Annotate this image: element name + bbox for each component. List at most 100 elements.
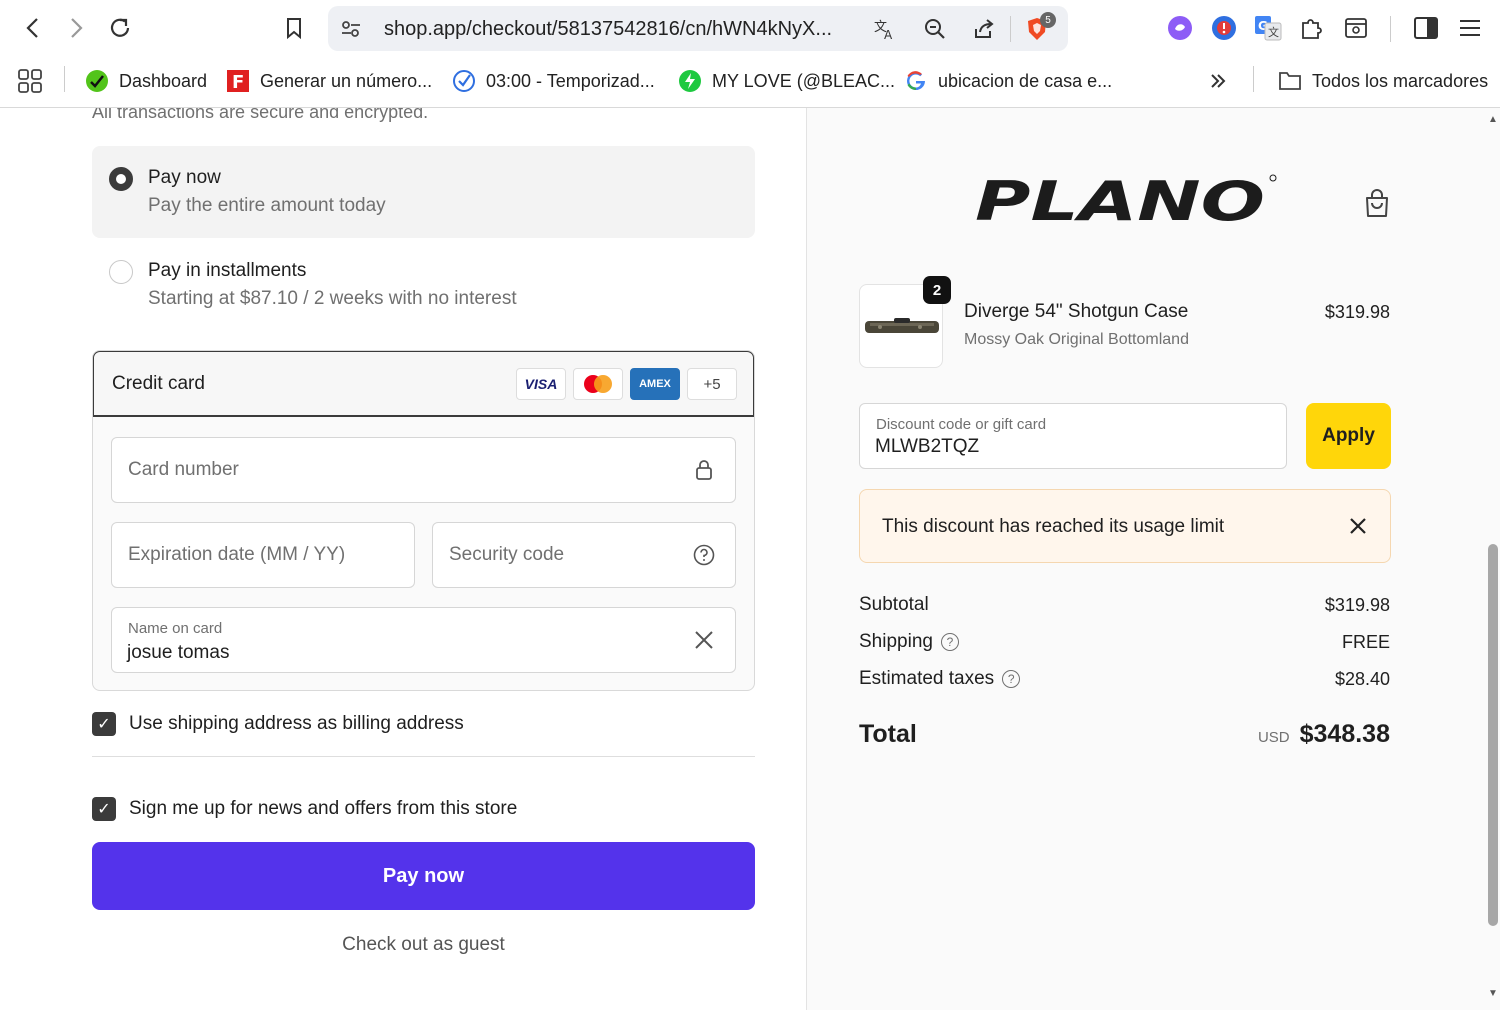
shipping-value: FREE bbox=[1341, 632, 1390, 652]
product-price: $319.98 bbox=[1324, 302, 1390, 322]
url-divider bbox=[1010, 16, 1011, 42]
name-on-card-label: Name on card bbox=[128, 620, 223, 637]
close-icon[interactable] bbox=[1346, 514, 1370, 538]
back-icon[interactable] bbox=[17, 12, 49, 44]
bookmark-icon[interactable] bbox=[278, 12, 310, 44]
bookmark-generar-numero[interactable]: F Generar un número... bbox=[226, 68, 432, 94]
brand-name: PLANO bbox=[975, 170, 1265, 230]
bookmark-temporizador[interactable]: 03:00 - Temporizad... bbox=[452, 68, 655, 94]
discount-code-input[interactable]: Discount code or gift card MLWB2TQZ bbox=[859, 403, 1287, 469]
clear-icon[interactable] bbox=[692, 628, 716, 652]
timer-check-favicon-icon bbox=[452, 69, 476, 93]
bookmark-ubicacion[interactable]: ubicacion de casa e... bbox=[904, 68, 1112, 94]
bookmark-label: MY LOVE (@BLEAC... bbox=[712, 70, 895, 91]
menu-icon[interactable] bbox=[1456, 14, 1484, 42]
checkbox-checked-icon[interactable]: ✓ bbox=[92, 797, 116, 821]
red-f-favicon-icon: F bbox=[226, 69, 250, 93]
green-bolt-favicon-icon bbox=[678, 69, 702, 93]
security-code-input[interactable]: Security code bbox=[432, 522, 736, 588]
bookmark-dashboard[interactable]: Dashboard bbox=[85, 68, 207, 94]
help-circle-icon[interactable] bbox=[692, 543, 716, 567]
pay-now-button[interactable]: Pay now bbox=[92, 842, 755, 910]
bookmark-label: ubicacion de casa e... bbox=[938, 70, 1113, 91]
google-favicon-icon bbox=[904, 69, 928, 93]
translate-icon[interactable]: 文A bbox=[872, 16, 898, 42]
option-subtitle: Starting at $87.10 / 2 weeks with no int… bbox=[148, 288, 517, 309]
product-variant: Mossy Oak Original Bottomland bbox=[964, 331, 1189, 348]
plano-logo[interactable]: PLANO bbox=[973, 170, 1279, 230]
screenshot-tool-icon[interactable] bbox=[1342, 14, 1370, 42]
newsletter-checkbox-row[interactable]: ✓ Sign me up for news and offers from th… bbox=[92, 797, 517, 821]
expiration-date-input[interactable]: Expiration date (MM / YY) bbox=[111, 522, 415, 588]
secure-note: All transactions are secure and encrypte… bbox=[92, 108, 429, 122]
help-icon[interactable]: ? bbox=[940, 633, 959, 651]
scroll-up-arrow-icon[interactable]: ▲ bbox=[1487, 114, 1499, 126]
svg-text:A: A bbox=[884, 28, 893, 41]
total-label: Total bbox=[859, 720, 917, 748]
address-bar[interactable]: shop.app/checkout/58137542816/cn/hWN4kNy… bbox=[328, 6, 1068, 51]
bookmark-label: 03:00 - Temporizad... bbox=[486, 70, 655, 91]
help-icon[interactable]: ? bbox=[1002, 670, 1021, 688]
more-brands-badge: +5 bbox=[687, 368, 737, 400]
scroll-down-arrow-icon[interactable]: ▼ bbox=[1487, 988, 1499, 1000]
name-on-card-value: josue tomas bbox=[127, 642, 230, 663]
bookmarks-bar: Dashboard F Generar un número... 03:00 -… bbox=[0, 56, 1500, 108]
billing-address-checkbox-row[interactable]: ✓ Use shipping address as billing addres… bbox=[92, 712, 464, 736]
newsletter-label: Sign me up for news and offers from this… bbox=[129, 798, 518, 819]
total-value: $348.38 bbox=[1299, 720, 1390, 748]
discount-label: Discount code or gift card bbox=[876, 416, 1047, 433]
discount-value: MLWB2TQZ bbox=[875, 436, 980, 457]
billing-address-label: Use shipping address as billing address bbox=[129, 713, 464, 734]
amex-icon: AMEX bbox=[630, 368, 680, 400]
svg-text:文: 文 bbox=[1268, 25, 1279, 39]
shipping-label: Shipping ? bbox=[859, 631, 959, 653]
extension-shield-icon[interactable] bbox=[1210, 14, 1238, 42]
forward-icon[interactable] bbox=[60, 12, 92, 44]
taxes-label: Estimated taxes ? bbox=[859, 668, 1021, 690]
shipping-text: Shipping bbox=[859, 631, 933, 652]
apps-grid-icon[interactable] bbox=[17, 68, 43, 94]
url-text[interactable]: shop.app/checkout/58137542816/cn/hWN4kNy… bbox=[384, 18, 832, 41]
scrollbar-thumb[interactable] bbox=[1488, 544, 1498, 926]
order-summary: PLANO 2 Diverge 54" Shotgun Case Mossy O… bbox=[806, 108, 1486, 1010]
extensions-puzzle-icon[interactable] bbox=[1298, 14, 1326, 42]
card-title: Credit card bbox=[112, 373, 205, 394]
credit-card-header[interactable]: Credit card VISA AMEX +5 bbox=[93, 351, 754, 417]
name-on-card-input[interactable]: Name on card josue tomas bbox=[111, 607, 736, 673]
bookmark-my-love[interactable]: MY LOVE (@BLEAC... bbox=[678, 68, 895, 94]
share-icon[interactable] bbox=[971, 16, 997, 42]
extension-purple-icon[interactable] bbox=[1166, 14, 1194, 42]
zoom-icon[interactable] bbox=[922, 16, 948, 42]
alert-message: This discount has reached its usage limi… bbox=[882, 516, 1225, 537]
expiration-placeholder: Expiration date (MM / YY) bbox=[128, 544, 346, 565]
site-settings-icon[interactable] bbox=[338, 16, 364, 42]
brave-shield-icon[interactable]: 5 bbox=[1024, 12, 1056, 42]
credit-card-form: Credit card VISA AMEX +5 Card number Exp… bbox=[92, 350, 755, 691]
visa-icon: VISA bbox=[516, 368, 566, 400]
pay-now-option[interactable]: Pay now Pay the entire amount today bbox=[92, 146, 755, 238]
apply-button[interactable]: Apply bbox=[1306, 403, 1391, 469]
checkbox-checked-icon[interactable]: ✓ bbox=[92, 712, 116, 736]
toolbar-divider bbox=[1390, 16, 1391, 42]
pay-installments-radio[interactable] bbox=[109, 260, 133, 284]
page-scrollbar[interactable]: ▲ ▼ bbox=[1486, 108, 1500, 1010]
bookmark-label: Todos los marcadores bbox=[1312, 70, 1489, 91]
chevron-double-right-icon[interactable] bbox=[1208, 68, 1228, 94]
card-number-input[interactable]: Card number bbox=[111, 437, 736, 503]
bookmark-all-folders[interactable]: Todos los marcadores bbox=[1278, 68, 1488, 94]
subtotal-text: Subtotal bbox=[859, 594, 929, 615]
lock-icon bbox=[692, 458, 716, 482]
reload-icon[interactable] bbox=[104, 12, 136, 44]
sidebar-toggle-icon[interactable] bbox=[1412, 14, 1440, 42]
pay-now-radio[interactable] bbox=[109, 167, 133, 191]
option-title: Pay now bbox=[148, 167, 221, 188]
bookmark-label: Generar un número... bbox=[260, 70, 433, 91]
google-translate-icon[interactable]: G文 bbox=[1254, 14, 1282, 42]
pay-installments-option[interactable]: Pay in installments Starting at $87.10 /… bbox=[92, 238, 755, 330]
option-title: Pay in installments bbox=[148, 260, 307, 281]
bookmarks-divider bbox=[1253, 66, 1254, 92]
section-divider bbox=[92, 756, 755, 757]
checkout-as-guest-link[interactable]: Check out as guest bbox=[92, 934, 755, 956]
quantity-badge: 2 bbox=[923, 276, 951, 304]
shopping-bag-icon[interactable] bbox=[1361, 186, 1393, 220]
